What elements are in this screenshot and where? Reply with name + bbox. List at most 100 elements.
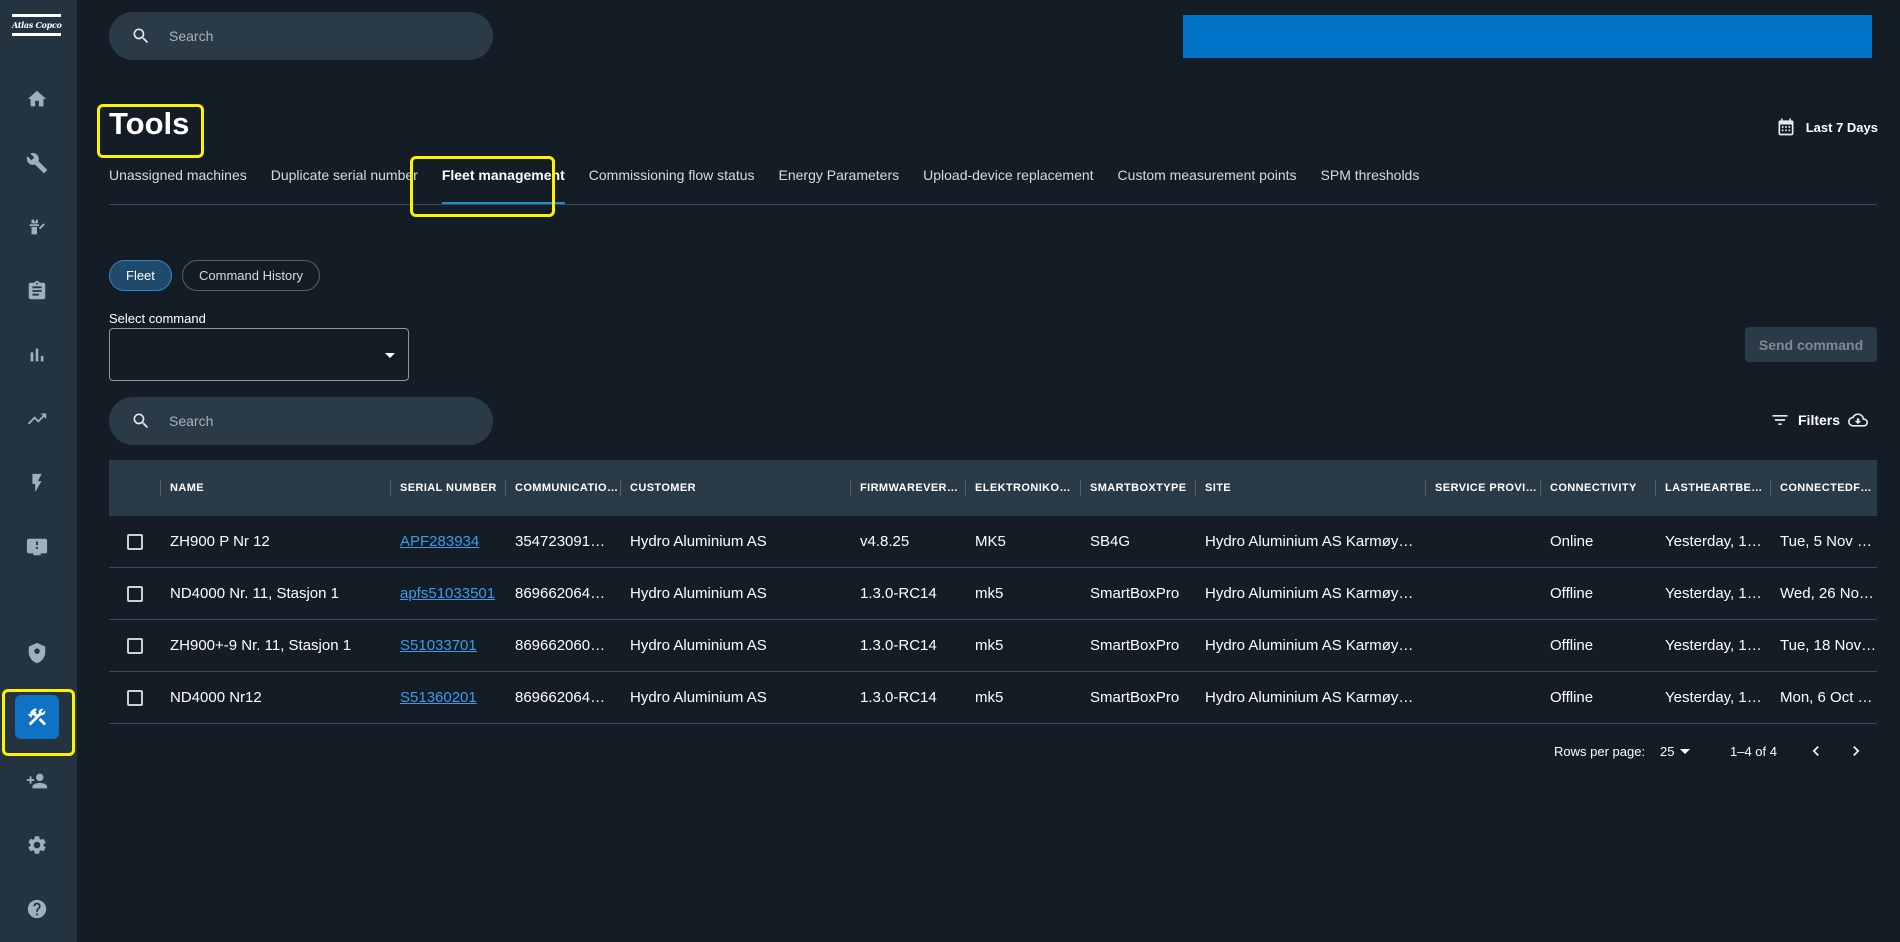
column-header[interactable]: FIRMWAREVERSI… — [850, 460, 963, 516]
chevron-left-icon — [1812, 746, 1819, 756]
table-cell: Yesterday, 1… — [1665, 585, 1762, 602]
pagination: Rows per page: 25 1–4 of 4 — [0, 740, 1900, 762]
table-row[interactable]: ND4000 Nr12 S51360201 869662064… Hydro Alum… — [109, 672, 1877, 724]
table-row[interactable]: ZH900 P Nr 12 APF283934 354723091… Hydro Al… — [109, 516, 1877, 568]
table-cell: Hydro Aluminium AS — [630, 637, 767, 654]
global-search-input[interactable] — [169, 28, 449, 44]
sidebar-item-tools[interactable] — [15, 695, 59, 739]
filters-button[interactable]: Filters — [1770, 410, 1840, 430]
tab-custom-measurement-points[interactable]: Custom measurement points — [1118, 161, 1297, 204]
add-user-icon — [26, 773, 48, 789]
sidebar-item-add-user[interactable] — [15, 759, 59, 803]
table-search-input[interactable] — [169, 413, 449, 429]
table-search[interactable] — [109, 397, 493, 445]
service-engineer-icon — [29, 219, 45, 235]
select-command-dropdown[interactable] — [109, 328, 409, 381]
column-header[interactable]: NAME — [160, 460, 388, 516]
tab-energy-parameters[interactable]: Energy Parameters — [779, 161, 900, 204]
sidebar-item-monitor-alert[interactable] — [15, 525, 59, 569]
tool-tabs: Unassigned machines Duplicate serial numb… — [109, 161, 1877, 205]
sidebar: Atlas Copco — [0, 0, 77, 942]
serial-number-link[interactable]: S51033701 — [390, 620, 503, 672]
command-history-chip[interactable]: Command History — [182, 260, 321, 291]
rows-per-page-select[interactable]: 25 — [1660, 743, 1691, 759]
filters-bar: Filters — [1770, 410, 1869, 430]
brand-logo[interactable]: Atlas Copco — [12, 14, 62, 40]
sidebar-item-help[interactable] — [15, 887, 59, 931]
column-header[interactable]: COMMUNICATIO… — [505, 460, 618, 516]
dropdown-caret-icon — [385, 353, 395, 358]
tab-duplicate-serial-number[interactable]: Duplicate serial number — [271, 161, 418, 204]
column-header[interactable]: CONNECTIVITY — [1540, 460, 1653, 516]
column-header[interactable]: SERIAL NUMBER — [390, 460, 503, 516]
sidebar-item-wrench[interactable] — [15, 141, 59, 185]
clipboard-icon — [28, 280, 46, 300]
search-icon — [133, 413, 149, 429]
row-checkbox[interactable] — [127, 534, 143, 550]
sidebar-item-clipboard[interactable] — [15, 269, 59, 313]
search-icon — [133, 28, 149, 44]
sidebar-item-bar-chart[interactable] — [15, 333, 59, 377]
table-cell: Hydro Aluminium AS Karmøy… — [1205, 637, 1414, 654]
table-cell — [1425, 672, 1538, 724]
cloud-download-icon[interactable] — [1848, 410, 1869, 430]
sidebar-item-security-settings[interactable] — [15, 631, 59, 675]
sidebar-item-trending[interactable] — [15, 397, 59, 441]
date-range-label: Last 7 Days — [1805, 119, 1878, 135]
table-row[interactable]: ZH900+-9 Nr. 11, Stasjon 1 S51033701 86966… — [109, 620, 1877, 672]
column-header[interactable]: SERVICE PROVID… — [1425, 460, 1538, 516]
table-cell: Hydro Aluminium AS — [630, 585, 767, 602]
security-settings-icon — [28, 642, 46, 664]
table-cell — [1425, 568, 1538, 620]
fleet-chip[interactable]: Fleet — [109, 260, 172, 291]
gear-icon — [28, 836, 46, 854]
sidebar-item-service-engineer[interactable] — [15, 205, 59, 249]
column-header[interactable]: SMARTBOXTYPE — [1080, 460, 1193, 516]
sidebar-item-home[interactable] — [15, 77, 59, 121]
table-cell: Mon, 6 Oct … — [1780, 689, 1873, 706]
row-checkbox[interactable] — [127, 638, 143, 654]
table-cell: Tue, 18 Nov… — [1780, 637, 1877, 654]
tab-commissioning-flow-status[interactable]: Commissioning flow status — [589, 161, 755, 204]
table-cell: ND4000 Nr. 11, Stasjon 1 — [170, 585, 339, 602]
send-command-button[interactable]: Send command — [1745, 327, 1877, 362]
row-checkbox[interactable] — [127, 690, 143, 706]
row-checkbox[interactable] — [127, 586, 143, 602]
table-cell: Yesterday, 1… — [1665, 533, 1762, 550]
column-header[interactable]: ELEKTRONIKON… — [965, 460, 1078, 516]
sidebar-item-gear[interactable] — [15, 823, 59, 867]
next-page-button[interactable] — [1846, 741, 1866, 761]
tab-unassigned-machines[interactable]: Unassigned machines — [109, 161, 247, 204]
tab-spm-thresholds[interactable]: SPM thresholds — [1321, 161, 1420, 204]
serial-number-link[interactable]: APF283934 — [390, 516, 503, 568]
calendar-icon — [1778, 118, 1794, 136]
table-cell: v4.8.25 — [860, 533, 910, 550]
chevron-right-icon — [1853, 746, 1860, 756]
tab-fleet-management[interactable]: Fleet management — [441, 161, 565, 204]
global-search[interactable] — [109, 12, 493, 60]
table-cell: ND4000 Nr12 — [170, 689, 262, 706]
filters-label: Filters — [1798, 412, 1841, 428]
table-cell: Online — [1550, 533, 1594, 550]
table-row[interactable]: ND4000 Nr. 11, Stasjon 1 apfs51033501 8696… — [109, 568, 1877, 620]
date-range-button[interactable]: Last 7 Days — [1776, 117, 1878, 137]
filter-icon — [1772, 415, 1788, 425]
table-cell — [1425, 516, 1538, 568]
table-cell: mk5 — [975, 637, 1004, 654]
sidebar-item-energy[interactable] — [15, 461, 59, 505]
table-cell: ZH900 P Nr 12 — [170, 533, 270, 550]
serial-number-link[interactable]: apfs51033501 — [390, 568, 503, 620]
rows-per-page-value: 25 — [1660, 743, 1675, 759]
table-cell: MK5 — [975, 533, 1006, 550]
select-command-label: Select command — [109, 311, 206, 326]
column-header[interactable]: LASTHEARTBEA… — [1655, 460, 1768, 516]
column-header[interactable]: SITE — [1195, 460, 1423, 516]
column-header[interactable]: CUSTOMER — [620, 460, 848, 516]
serial-number-link[interactable]: S51360201 — [390, 672, 503, 724]
prev-page-button[interactable] — [1806, 741, 1826, 761]
column-header[interactable]: CONNECTEDFROM — [1770, 460, 1877, 516]
tab-upload-device-replacement[interactable]: Upload-device replacement — [923, 161, 1093, 204]
table-cell: Offline — [1550, 689, 1594, 706]
table-header-row: NAME SERIAL NUMBER COMMUNICATIO… CUSTOMER FI… — [109, 460, 1877, 516]
table-cell: 354723091… — [515, 533, 606, 550]
